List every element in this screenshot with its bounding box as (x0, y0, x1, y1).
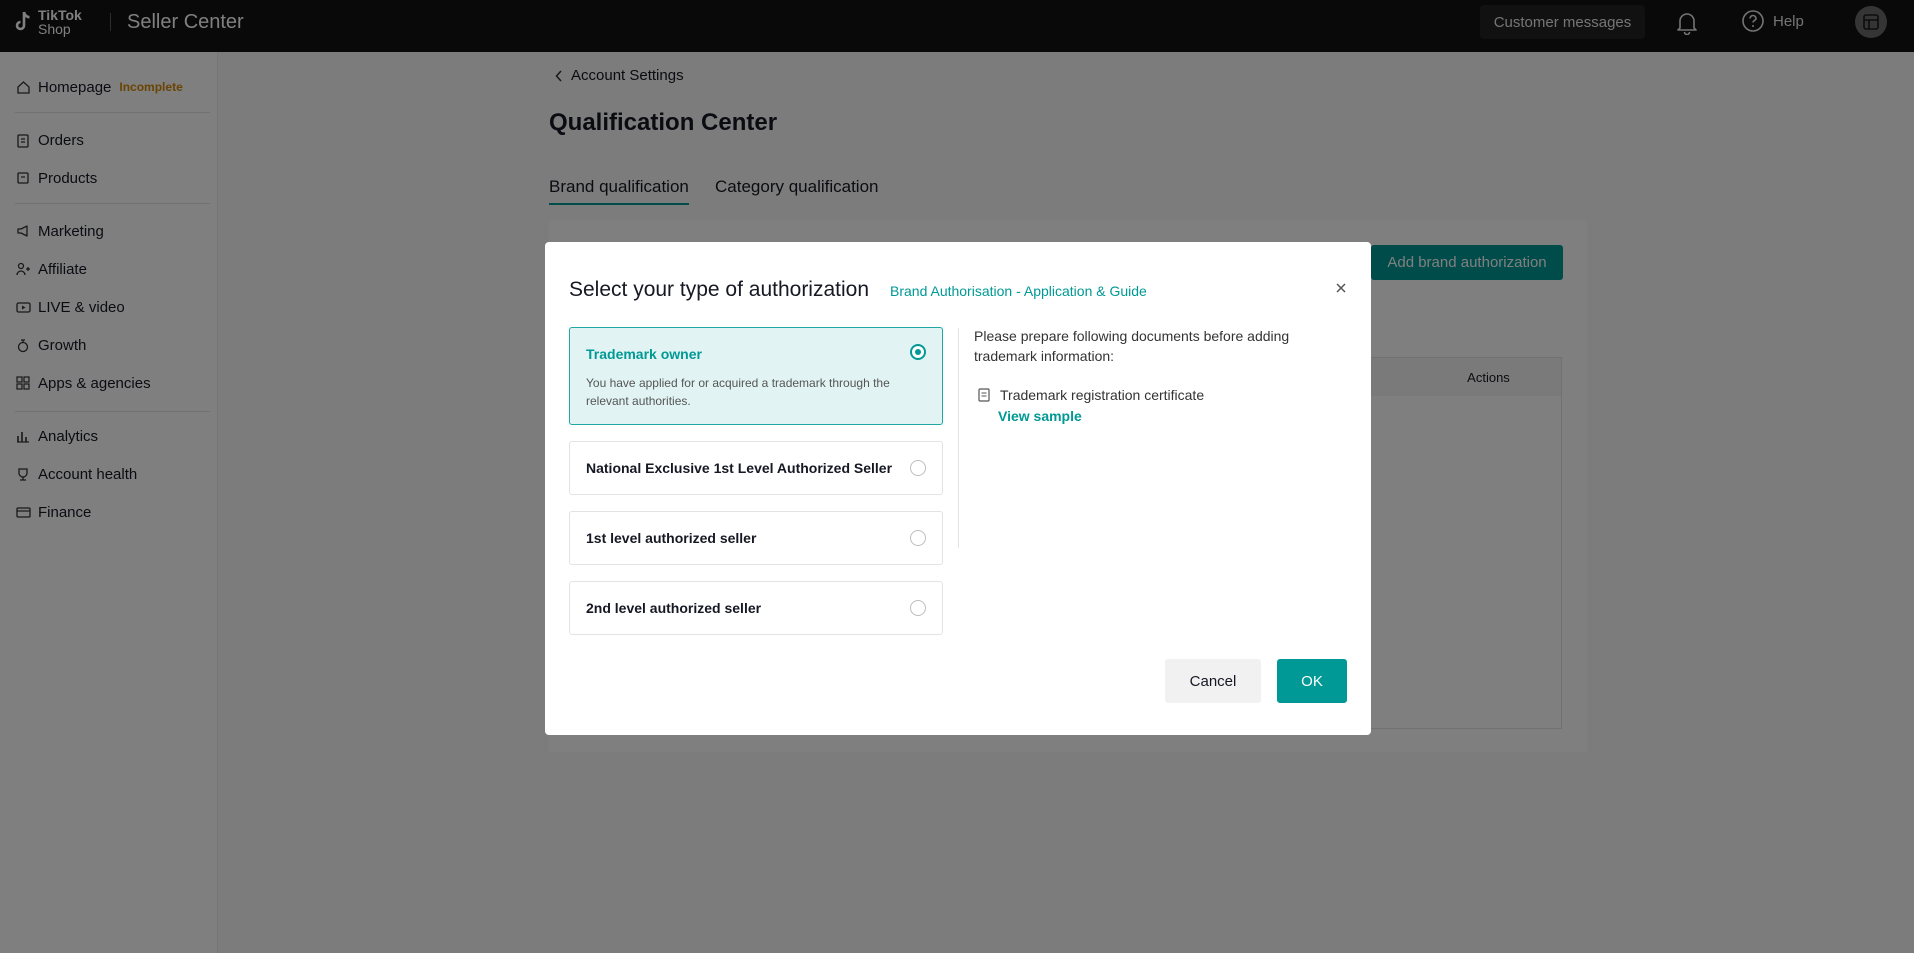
authorization-type-modal: Select your type of authorization Brand … (545, 242, 1371, 735)
guide-link[interactable]: Brand Authorisation - Application & Guid… (890, 283, 1147, 299)
option-label: National Exclusive 1st Level Authorized … (586, 460, 893, 476)
prepare-documents-text: Please prepare following documents befor… (974, 328, 1290, 364)
radio-trademark-owner[interactable] (910, 344, 926, 360)
close-icon[interactable] (1334, 281, 1348, 295)
document-label: Trademark registration certificate (1000, 387, 1205, 403)
option-national-exclusive[interactable]: National Exclusive 1st Level Authorized … (569, 441, 943, 495)
document-icon (978, 388, 990, 402)
radio-2nd-level-seller[interactable] (910, 600, 926, 616)
modal-title: Select your type of authorization (569, 278, 870, 301)
option-label: 2nd level authorized seller (586, 600, 762, 616)
option-label: 1st level authorized seller (586, 530, 757, 546)
cancel-button[interactable]: Cancel (1165, 659, 1261, 703)
ok-button[interactable]: OK (1277, 659, 1347, 703)
modal-divider (958, 328, 959, 548)
option-description: You have applied for or acquired a trade… (586, 376, 890, 408)
radio-1st-level-seller[interactable] (910, 530, 926, 546)
radio-national-exclusive[interactable] (910, 460, 926, 476)
option-label: Trademark owner (586, 346, 702, 362)
option-1st-level-seller[interactable]: 1st level authorized seller (569, 511, 943, 565)
view-sample-link[interactable]: View sample (998, 408, 1082, 424)
option-2nd-level-seller[interactable]: 2nd level authorized seller (569, 581, 943, 635)
option-trademark-owner[interactable]: Trademark owner You have applied for or … (569, 327, 943, 425)
document-item: Trademark registration certificate (978, 387, 1204, 403)
